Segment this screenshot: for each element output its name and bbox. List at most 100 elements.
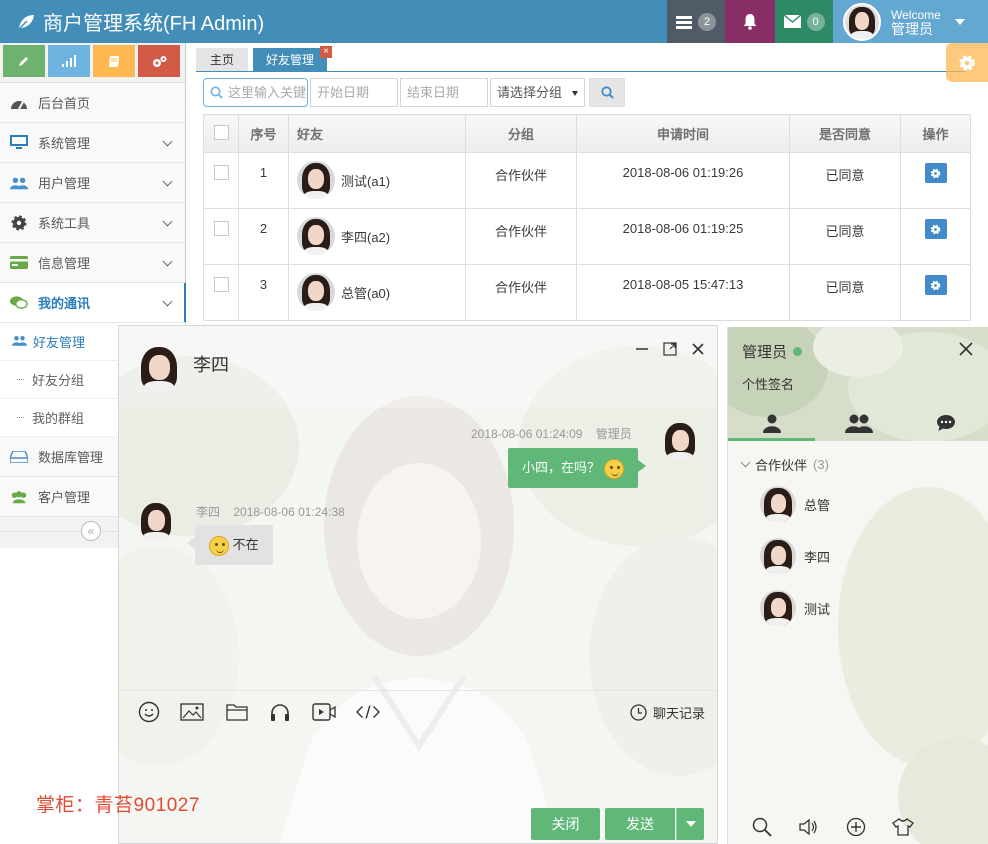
video-icon[interactable]	[312, 701, 336, 723]
friend-avatar[interactable]	[297, 273, 335, 311]
sidebar-item-info[interactable]: 信息管理	[0, 243, 185, 283]
cogs-icon	[152, 55, 166, 67]
emoji-picker-icon[interactable]	[137, 701, 161, 723]
notifications-button[interactable]	[725, 0, 775, 43]
friend-avatar[interactable]	[297, 217, 335, 255]
tab-underline	[196, 71, 966, 72]
contact-item[interactable]: 李四	[760, 538, 830, 574]
send-options-button[interactable]	[676, 808, 704, 840]
leaf-icon	[18, 14, 34, 30]
comments-icon	[10, 294, 28, 312]
settings-button[interactable]	[946, 43, 988, 82]
close-icon[interactable]	[691, 342, 705, 356]
sidebar-item-system[interactable]: 系统管理	[0, 123, 185, 163]
row-agree: 已同意	[789, 208, 901, 265]
messages-button[interactable]: 0	[775, 0, 833, 43]
checkbox[interactable]	[213, 277, 229, 292]
row-settings-button[interactable]	[924, 163, 947, 183]
tab-friends[interactable]	[728, 404, 815, 441]
tab-home[interactable]: 主页	[196, 48, 248, 72]
row-select	[203, 264, 239, 321]
brand[interactable]: 商户管理系统(FH Admin)	[16, 7, 264, 36]
chat-toolbar: 聊天记录	[119, 690, 717, 730]
sidebar-item-dashboard[interactable]: 后台首页	[0, 83, 185, 123]
chat-contact-avatar[interactable]	[135, 344, 183, 392]
header-select-all[interactable]	[203, 114, 239, 153]
my-avatar[interactable]	[660, 421, 700, 461]
close-icon[interactable]	[958, 341, 974, 357]
caret-down-icon	[572, 91, 578, 96]
chevron-down-icon	[740, 457, 751, 468]
caret-down-icon	[685, 821, 696, 827]
checkbox[interactable]	[213, 124, 229, 140]
headphones-icon[interactable]	[268, 701, 292, 723]
image-icon[interactable]	[180, 701, 204, 723]
message-text: 不在	[232, 537, 259, 552]
book-icon	[109, 55, 119, 67]
start-date-input[interactable]: 开始日期	[310, 78, 398, 107]
sidebar-collapse-button[interactable]: «	[81, 521, 101, 541]
tab-recent-chats[interactable]	[902, 404, 988, 441]
chevron-down-icon	[162, 136, 173, 147]
row-settings-button[interactable]	[924, 275, 947, 295]
user-menu[interactable]: Welcome 管理员	[833, 0, 988, 43]
keyword-input[interactable]: 这里输入关键	[203, 78, 308, 107]
contact-group-header[interactable]: 合作伙伴 (3)	[740, 455, 829, 474]
search-icon[interactable]	[738, 817, 785, 837]
send-button[interactable]: 发送	[605, 808, 675, 840]
sidebar-item-tools[interactable]: 系统工具	[0, 203, 185, 243]
tab-groups[interactable]	[815, 404, 902, 441]
gear-icon	[930, 168, 941, 178]
shortcut-signal-button[interactable]	[48, 45, 90, 77]
search-button[interactable]	[589, 78, 625, 107]
users-icon	[12, 334, 27, 349]
pencil-icon	[19, 57, 28, 66]
shortcut-book-button[interactable]	[93, 45, 135, 77]
emoji-icon	[209, 535, 229, 556]
chat-close-button[interactable]: 关闭	[531, 808, 600, 840]
group-select-value: 请选择分组	[497, 85, 563, 100]
contact-name: 测试	[804, 601, 831, 617]
group-select[interactable]: 请选择分组	[490, 78, 585, 107]
window-controls	[635, 342, 705, 356]
chat-window: 李四 2018-08-06 01:24:09 管理员 小四，在吗？ 李四 201…	[118, 325, 718, 844]
minimize-icon[interactable]	[635, 342, 649, 356]
tab-friend-management[interactable]: 好友管理	[253, 48, 327, 72]
checkbox[interactable]	[213, 165, 229, 180]
header-group: 分组	[465, 114, 577, 153]
sidebar-item-users[interactable]: 用户管理	[0, 163, 185, 203]
chat-history-link[interactable]: 聊天记录	[630, 703, 705, 722]
gear-icon	[10, 214, 28, 232]
end-date-input[interactable]: 结束日期	[400, 78, 488, 107]
panel-username[interactable]: 管理员	[742, 341, 803, 362]
row-group: 合作伙伴	[465, 152, 577, 209]
contact-item[interactable]: 测试	[760, 590, 830, 626]
speaker-icon[interactable]	[785, 818, 832, 836]
row-select	[203, 152, 239, 209]
shortcut-cogs-button[interactable]	[138, 45, 180, 77]
add-circle-icon[interactable]	[832, 817, 879, 837]
contact-avatar	[760, 538, 796, 574]
checkbox[interactable]	[213, 221, 229, 236]
tasks-button[interactable]: 2	[667, 0, 725, 43]
maximize-icon[interactable]	[663, 342, 677, 356]
chat-input-area[interactable]: 关闭 发送	[119, 730, 717, 843]
chevron-down-icon	[162, 256, 173, 267]
dashboard-icon	[10, 94, 28, 112]
friend-avatar[interactable]	[297, 161, 335, 199]
sidebar-subitem-label: 好友管理	[33, 335, 86, 350]
contact-avatar[interactable]	[136, 501, 176, 541]
panel-signature[interactable]: 个性签名	[742, 374, 794, 393]
skin-shirt-icon[interactable]	[879, 818, 926, 836]
contact-item[interactable]: 总管	[760, 486, 830, 522]
row-time: 2018-08-06 01:19:26	[576, 152, 790, 209]
tab-close-icon[interactable]: ×	[320, 46, 332, 58]
search-icon	[210, 86, 223, 99]
shortcut-pencil-button[interactable]	[3, 45, 45, 77]
sidebar-item-messages[interactable]: 我的通讯	[0, 283, 186, 323]
row-settings-button[interactable]	[924, 219, 947, 239]
row-actions	[900, 152, 971, 209]
folder-icon[interactable]	[225, 701, 249, 723]
code-icon[interactable]	[356, 701, 380, 723]
table-row: 2 李四(a2) 合作伙伴 2018-08-06 01:19:25 已同意	[203, 208, 971, 265]
